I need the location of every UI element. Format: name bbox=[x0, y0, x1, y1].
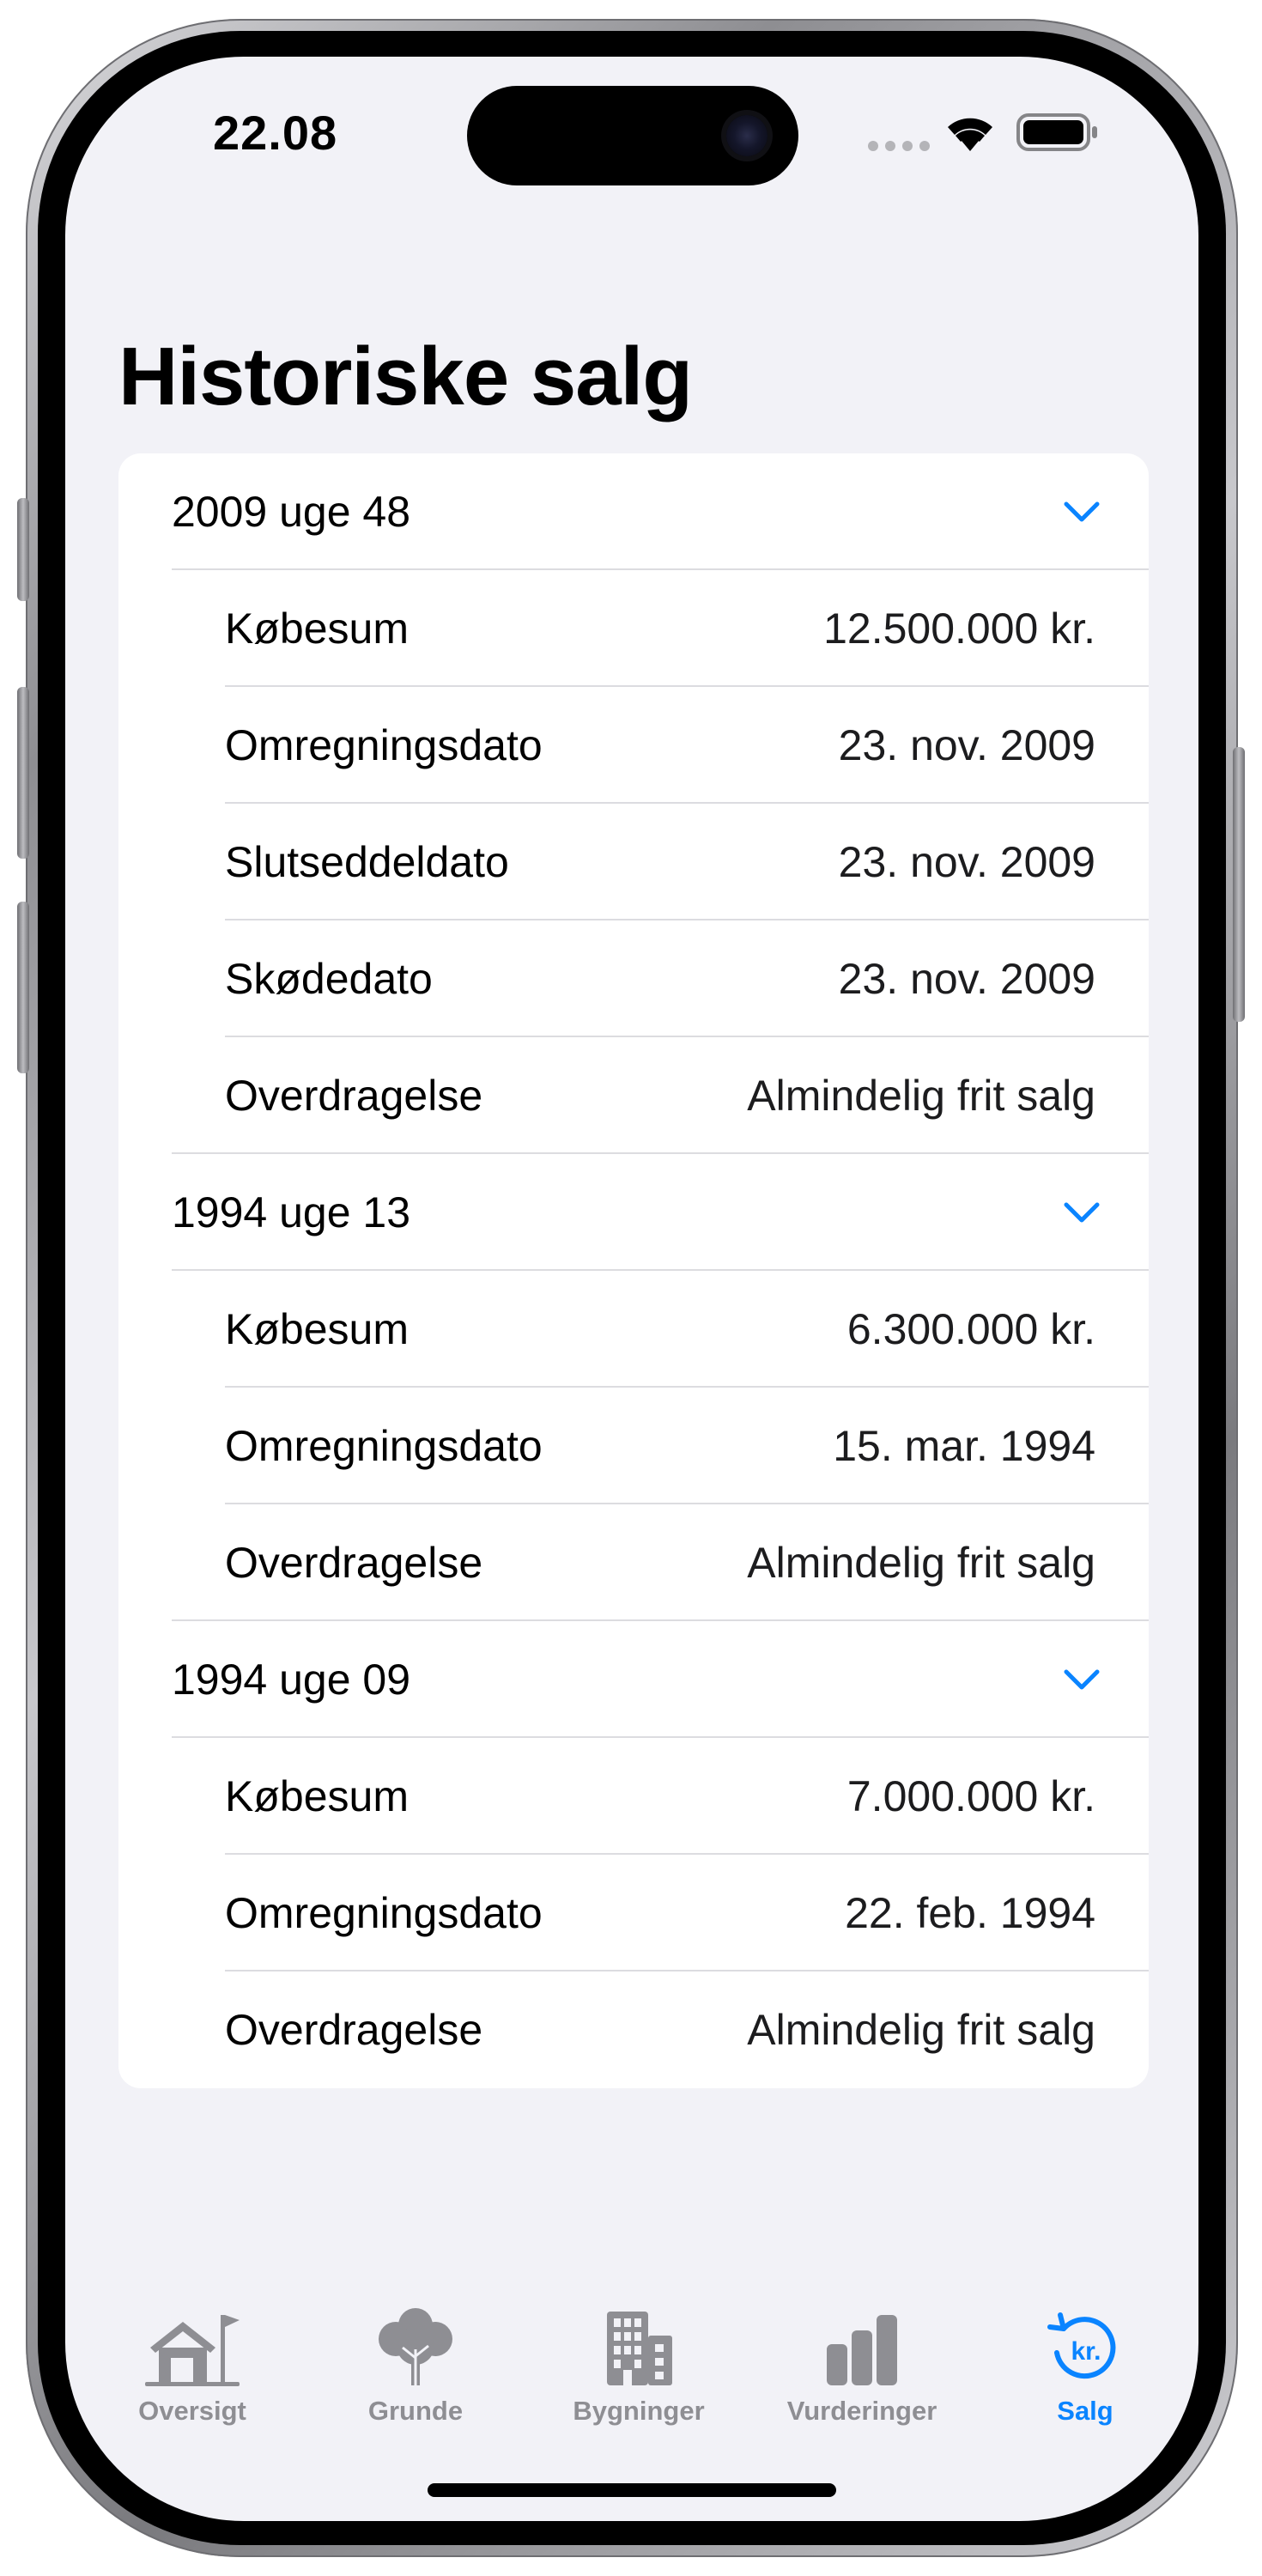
svg-text:kr.: kr. bbox=[1071, 2337, 1101, 2366]
front-camera bbox=[726, 115, 768, 156]
sale-group-header[interactable]: 1994 uge 13 bbox=[118, 1154, 1149, 1271]
detail-label: Omregningsdato bbox=[225, 721, 543, 769]
bar-chart-icon bbox=[827, 2315, 897, 2385]
page-title: Historiske salg bbox=[118, 331, 693, 422]
kr-circle-arrow-icon: kr. bbox=[1047, 2312, 1116, 2379]
tab-label: Bygninger bbox=[573, 2396, 705, 2426]
detail-value: 12.500.000 kr. bbox=[823, 605, 1095, 653]
detail-row: Købesum 7.000.000 kr. bbox=[118, 1738, 1149, 1855]
tab-bar: Oversigt Grunde Bygninger Vurderinger kr… bbox=[65, 2306, 1198, 2444]
battery-icon bbox=[1016, 113, 1097, 151]
chevron-down-icon bbox=[1064, 1669, 1100, 1690]
chevron-down-icon bbox=[1064, 501, 1100, 522]
detail-value: 6.300.000 kr. bbox=[846, 1305, 1095, 1353]
detail-label: Købesum bbox=[225, 605, 409, 653]
detail-value: 23. nov. 2009 bbox=[838, 955, 1095, 1003]
sale-group-header[interactable]: 1994 uge 09 bbox=[118, 1621, 1149, 1738]
detail-value: Almindelig frit salg bbox=[747, 1072, 1095, 1120]
building-icon bbox=[607, 2312, 672, 2385]
detail-row: Slutseddeldato 23. nov. 2009 bbox=[118, 804, 1149, 920]
detail-label: Skødedato bbox=[225, 955, 433, 1003]
detail-label: Omregningsdato bbox=[225, 1889, 543, 1937]
detail-row: Overdragelse Almindelig frit salg bbox=[118, 1037, 1149, 1154]
sale-group-label: 1994 uge 09 bbox=[172, 1656, 411, 1704]
detail-row: Skødedato 23. nov. 2009 bbox=[118, 920, 1149, 1037]
tab-label: Vurderinger bbox=[786, 2396, 937, 2426]
wifi-icon bbox=[948, 118, 992, 151]
detail-label: Omregningsdato bbox=[225, 1422, 543, 1470]
detail-value: 22. feb. 1994 bbox=[845, 1889, 1095, 1937]
volume-down-button bbox=[17, 902, 29, 1073]
sale-group-header[interactable]: 2009 uge 48 bbox=[118, 453, 1149, 570]
tree-icon bbox=[379, 2308, 452, 2385]
detail-value: Almindelig frit salg bbox=[747, 2006, 1095, 2054]
detail-row: Omregningsdato 22. feb. 1994 bbox=[118, 1855, 1149, 1971]
tab-vurderinger[interactable]: Vurderinger bbox=[759, 2306, 965, 2444]
detail-value: 23. nov. 2009 bbox=[838, 721, 1095, 769]
detail-row: Overdragelse Almindelig frit salg bbox=[118, 1504, 1149, 1621]
detail-row: Overdragelse Almindelig frit salg bbox=[118, 1971, 1149, 2088]
tab-bygninger[interactable]: Bygninger bbox=[536, 2306, 742, 2444]
tab-grunde[interactable]: Grunde bbox=[312, 2306, 519, 2444]
sales-list: 2009 uge 48 Købesum 12.500.000 kr. Omreg… bbox=[118, 453, 1149, 2088]
detail-label: Slutseddeldato bbox=[225, 838, 509, 886]
tab-label: Salg bbox=[1057, 2396, 1113, 2426]
cellular-signal-icon bbox=[868, 141, 930, 151]
detail-value: 15. mar. 1994 bbox=[833, 1422, 1095, 1470]
tab-label: Oversigt bbox=[138, 2396, 246, 2426]
status-time: 22.08 bbox=[213, 106, 338, 160]
sale-group-label: 2009 uge 48 bbox=[172, 488, 411, 536]
tab-oversigt[interactable]: Oversigt bbox=[89, 2306, 295, 2444]
volume-up-button bbox=[17, 687, 29, 859]
detail-row: Omregningsdato 23. nov. 2009 bbox=[118, 687, 1149, 804]
detail-label: Overdragelse bbox=[225, 1072, 483, 1120]
tab-label: Grunde bbox=[367, 2396, 464, 2426]
detail-label: Overdragelse bbox=[225, 1539, 483, 1587]
detail-label: Overdragelse bbox=[225, 2006, 483, 2054]
detail-row: Omregningsdato 15. mar. 1994 bbox=[118, 1388, 1149, 1504]
screen: 22.08 Historiske salg 2009 uge 48 Købesu… bbox=[65, 57, 1198, 2521]
dynamic-island bbox=[467, 86, 798, 185]
sale-group-label: 1994 uge 13 bbox=[172, 1188, 411, 1236]
power-button bbox=[1233, 747, 1245, 1022]
tab-salg[interactable]: kr. Salg bbox=[982, 2306, 1188, 2444]
home-indicator bbox=[428, 2483, 836, 2497]
detail-label: Købesum bbox=[225, 1305, 409, 1353]
detail-value: Almindelig frit salg bbox=[747, 1539, 1095, 1587]
detail-row: Købesum 12.500.000 kr. bbox=[118, 570, 1149, 687]
detail-value: 23. nov. 2009 bbox=[838, 838, 1095, 886]
detail-row: Købesum 6.300.000 kr. bbox=[118, 1271, 1149, 1388]
house-flag-icon bbox=[145, 2315, 240, 2386]
detail-value: 7.000.000 kr. bbox=[846, 1772, 1095, 1820]
chevron-down-icon bbox=[1064, 1202, 1100, 1223]
action-button bbox=[17, 498, 29, 601]
detail-label: Købesum bbox=[225, 1772, 409, 1820]
